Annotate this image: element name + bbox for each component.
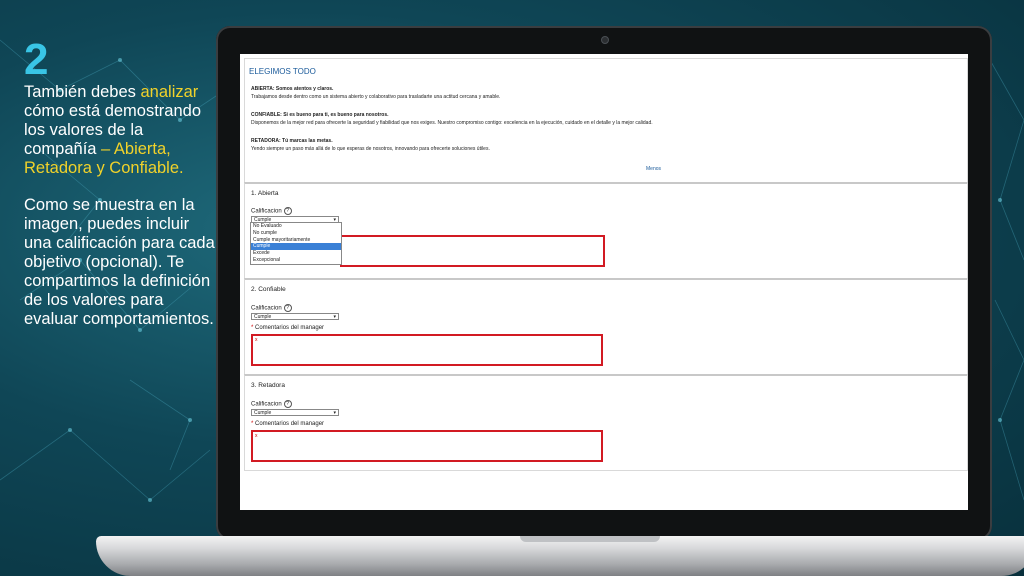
value-retadora-heading: RETADORA: Tú marcas las metas. bbox=[251, 138, 333, 144]
section-confiable: 2. Confiable Calificacion? Cumple ▾ * Com… bbox=[244, 278, 968, 375]
slide-paragraph-1: También debes analizar cómo está demostr… bbox=[24, 83, 220, 178]
rating-label: Calificacion? bbox=[251, 207, 292, 215]
less-link[interactable]: Menos bbox=[646, 166, 661, 172]
section-title: 1. Abierta bbox=[251, 190, 279, 197]
slide-description: También debes analizar cómo está demostr… bbox=[24, 83, 220, 347]
value-retadora-text: Yendo siempre un paso más allá de lo que… bbox=[251, 146, 490, 152]
help-icon[interactable]: ? bbox=[283, 207, 292, 215]
comments-label: * Comentarios del manager bbox=[251, 325, 325, 331]
laptop-notch bbox=[520, 536, 660, 542]
value-confiable-heading: CONFIABLE: Si es bueno para ti, es bueno… bbox=[251, 112, 389, 118]
comments-label: * Comentarios del manager bbox=[251, 421, 325, 427]
rating-select[interactable]: Cumple ▾ bbox=[251, 313, 339, 320]
dropdown-option[interactable]: No cumple bbox=[251, 230, 341, 237]
required-marker: * bbox=[251, 421, 254, 427]
dropdown-option[interactable]: Cumple bbox=[251, 243, 341, 251]
values-panel-title: ELEGIMOS TODO bbox=[249, 67, 316, 76]
webcam-icon bbox=[601, 36, 609, 44]
help-icon[interactable]: ? bbox=[283, 304, 292, 312]
help-icon[interactable]: ? bbox=[283, 400, 292, 408]
slide-paragraph-2: Como se muestra en la imagen, puedes inc… bbox=[24, 196, 215, 328]
rating-dropdown-list[interactable]: No Evaluado No cumple Cumple mayoritariame… bbox=[250, 222, 342, 265]
values-panel: ELEGIMOS TODO ABIERTA: Somos atentos y c… bbox=[244, 58, 968, 184]
dropdown-option[interactable]: Excepcional bbox=[251, 257, 341, 264]
paragraph-1-text-a: También debes bbox=[24, 83, 141, 101]
comments-textarea[interactable]: x bbox=[251, 334, 603, 366]
dropdown-option[interactable]: Excede bbox=[251, 250, 341, 257]
comments-textarea-abierta[interactable] bbox=[340, 235, 605, 267]
comments-textarea[interactable]: x bbox=[251, 430, 603, 462]
rating-label: Calificacion? bbox=[251, 304, 292, 312]
required-marker: * bbox=[251, 325, 254, 331]
rating-label: Calificacion? bbox=[251, 400, 292, 408]
chevron-down-icon: ▾ bbox=[333, 314, 336, 320]
value-abierta-text: Trabajamos desde dentro como un sistema … bbox=[251, 94, 501, 100]
slide-number: 2 bbox=[24, 35, 49, 84]
section-title: 3. Retadora bbox=[251, 382, 285, 389]
laptop-base bbox=[96, 536, 1024, 576]
rating-select[interactable]: Cumple ▾ bbox=[251, 409, 339, 416]
section-title: 2. Confiable bbox=[251, 286, 286, 293]
value-abierta-heading: ABIERTA: Somos atentos y claros. bbox=[251, 86, 334, 92]
chevron-down-icon: ▾ bbox=[333, 410, 336, 416]
dropdown-option[interactable]: Cumple mayoritariamente bbox=[251, 237, 341, 244]
dropdown-option[interactable]: No Evaluado bbox=[251, 223, 341, 230]
laptop-screen: ELEGIMOS TODO ABIERTA: Somos atentos y c… bbox=[240, 54, 968, 510]
value-confiable-text: Disponemos de la mejor red para ofrecert… bbox=[251, 120, 653, 126]
section-retadora: 3. Retadora Calificacion? Cumple ▾ * Come… bbox=[244, 374, 968, 471]
highlight-analizar: analizar bbox=[140, 83, 199, 101]
